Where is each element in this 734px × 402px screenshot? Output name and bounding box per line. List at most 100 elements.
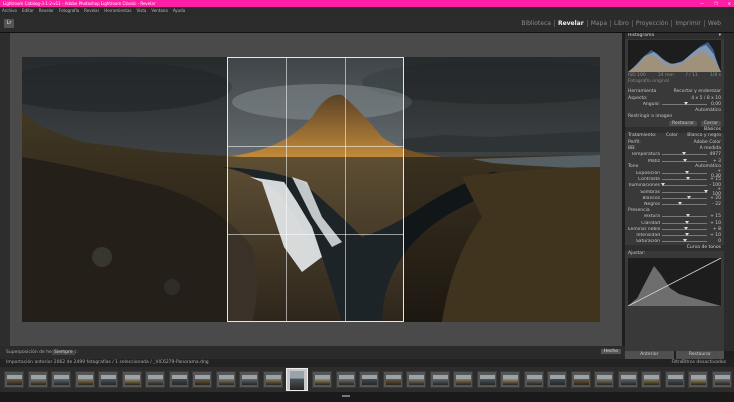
filmstrip-thumbnail[interactable] <box>312 371 332 388</box>
slider-row[interactable]: Saturación 0 <box>625 239 724 245</box>
menu-revelar-2[interactable]: Revelar <box>84 7 99 15</box>
angle-slider[interactable]: Ángulo: 0,00 <box>625 102 724 108</box>
filmstrip-thumbnail[interactable] <box>4 371 24 388</box>
slider-value[interactable]: + 20 <box>709 196 721 201</box>
minimize-icon[interactable]: — <box>700 0 704 7</box>
slider-knob[interactable] <box>681 152 686 156</box>
filmstrip-thumbnail[interactable] <box>523 371 544 388</box>
filmstrip-thumbnail[interactable] <box>51 371 71 388</box>
menu-fotografia[interactable]: Fotografía <box>59 7 79 15</box>
slider-value[interactable]: - 22 <box>709 202 721 207</box>
tab-web[interactable]: Web <box>703 20 724 27</box>
filmstrip-thumbnail[interactable] <box>27 371 48 388</box>
filmstrip-thumbnail[interactable] <box>641 371 661 388</box>
slider-knob[interactable] <box>660 183 665 187</box>
filmstrip-thumbnail-selected[interactable] <box>286 368 308 391</box>
slider-track[interactable] <box>662 189 709 193</box>
filmstrip-thumbnail[interactable] <box>382 371 403 388</box>
slider-track[interactable] <box>662 214 707 218</box>
filmstrip-thumbnail[interactable] <box>453 371 473 388</box>
slider-track[interactable] <box>662 195 707 199</box>
tab-mapa[interactable]: Mapa <box>586 20 610 27</box>
slider-value[interactable]: 4977 <box>709 152 721 157</box>
previous-button[interactable]: Anterior <box>625 351 674 359</box>
slider-track[interactable] <box>662 232 707 236</box>
filmstrip-thumbnail[interactable] <box>98 371 118 388</box>
filmstrip-thumbnail[interactable] <box>192 371 212 388</box>
slider-track[interactable] <box>662 158 707 162</box>
menu-herramientas[interactable]: Herramientas <box>104 7 131 15</box>
reset-button[interactable]: Restaurar <box>675 351 724 359</box>
filmstrip-thumbnail[interactable] <box>359 371 379 388</box>
menu-editar[interactable]: Editar <box>22 7 34 15</box>
filmstrip-thumbnail[interactable] <box>215 371 236 388</box>
slider-track[interactable] <box>662 226 707 230</box>
overlay-select[interactable]: Siempre <box>52 350 75 355</box>
slider-knob[interactable] <box>677 201 682 205</box>
filmstrip-thumbnail[interactable] <box>594 371 614 388</box>
slider-value[interactable]: + 8 <box>709 227 721 232</box>
filmstrip-thumbnail[interactable] <box>547 371 567 388</box>
slider-row[interactable]: Matiz + 3 <box>625 158 724 164</box>
tab-libro[interactable]: Libro <box>610 20 632 27</box>
angle-track[interactable] <box>662 102 707 106</box>
histogram-header[interactable]: Histograma ▾ <box>625 33 724 39</box>
slider-knob[interactable] <box>687 195 691 199</box>
source-path[interactable]: Importación anterior 2062 de 2499 fotogr… <box>6 359 209 367</box>
tab-proyeccion[interactable]: Proyección <box>631 20 672 27</box>
filmstrip-thumbnail[interactable] <box>500 371 520 388</box>
tone-curve-graph[interactable] <box>628 257 721 306</box>
filmstrip-thumbnail[interactable] <box>168 371 189 388</box>
slider-track[interactable] <box>662 177 707 181</box>
filmstrip-thumbnail[interactable] <box>688 371 708 388</box>
slider-track[interactable] <box>662 239 707 243</box>
filmstrip-thumbnail[interactable] <box>406 371 426 388</box>
angle-auto-button[interactable]: Automático <box>695 108 721 114</box>
slider-track[interactable] <box>662 220 707 224</box>
tab-revelar[interactable]: Revelar <box>553 20 587 27</box>
crop-reset-button[interactable]: Restaurar <box>668 121 697 127</box>
slider-knob[interactable] <box>683 158 688 162</box>
slider-track[interactable] <box>662 152 707 156</box>
original-photo-label[interactable]: Fotografía original <box>628 79 669 85</box>
filmstrip-thumbnail[interactable] <box>711 371 732 388</box>
slider-value[interactable]: + 15 <box>709 214 721 219</box>
done-button[interactable]: Hecho <box>600 349 621 354</box>
slider-knob[interactable] <box>682 239 687 243</box>
filmstrip[interactable] <box>0 367 734 392</box>
filmstrip-thumbnail[interactable] <box>617 371 638 388</box>
slider-value[interactable]: + 10 <box>709 233 721 238</box>
filmstrip-thumbnail[interactable] <box>74 371 95 388</box>
slider-value[interactable]: + 10 <box>709 221 721 226</box>
tab-biblioteca[interactable]: Biblioteca <box>518 20 554 27</box>
panel-grip-icon[interactable] <box>342 395 350 397</box>
menu-archivo[interactable]: Archivo <box>2 7 17 15</box>
filter-select[interactable]: Filtros desactivados <box>682 359 726 367</box>
maximize-icon[interactable]: ❐ <box>714 0 718 7</box>
slider-track[interactable] <box>660 183 707 187</box>
tab-imprimir[interactable]: Imprimir <box>671 20 704 27</box>
filmstrip-thumbnail[interactable] <box>239 371 259 388</box>
filmstrip-thumbnail[interactable] <box>476 371 497 388</box>
crop-frame[interactable] <box>227 57 404 322</box>
constrain-checkbox[interactable]: Restringir a imagen <box>628 114 672 120</box>
slider-row[interactable]: Negros - 22 <box>625 201 724 207</box>
slider-value[interactable]: + 3 <box>709 159 721 164</box>
slider-value[interactable]: + 15 <box>709 177 721 182</box>
angle-knob[interactable] <box>683 102 688 106</box>
slider-knob[interactable] <box>685 177 690 181</box>
right-panel-scrollbar[interactable] <box>724 33 734 351</box>
filmstrip-thumbnail[interactable] <box>570 371 591 388</box>
slider-knob[interactable] <box>684 220 689 224</box>
filmstrip-thumbnail[interactable] <box>429 371 450 388</box>
slider-knob[interactable] <box>684 226 689 230</box>
slider-knob[interactable] <box>704 189 709 193</box>
menu-revelar[interactable]: Revelar <box>39 7 54 15</box>
collapse-icon[interactable]: ▾ <box>719 33 721 39</box>
crop-close-button[interactable]: Cerrar <box>700 121 721 127</box>
filmstrip-thumbnail[interactable] <box>262 371 283 388</box>
filmstrip-thumbnail[interactable] <box>145 371 165 388</box>
slider-knob[interactable] <box>684 171 689 175</box>
treatment-color[interactable]: Color <box>666 133 678 139</box>
close-icon[interactable]: ✕ <box>728 0 731 7</box>
